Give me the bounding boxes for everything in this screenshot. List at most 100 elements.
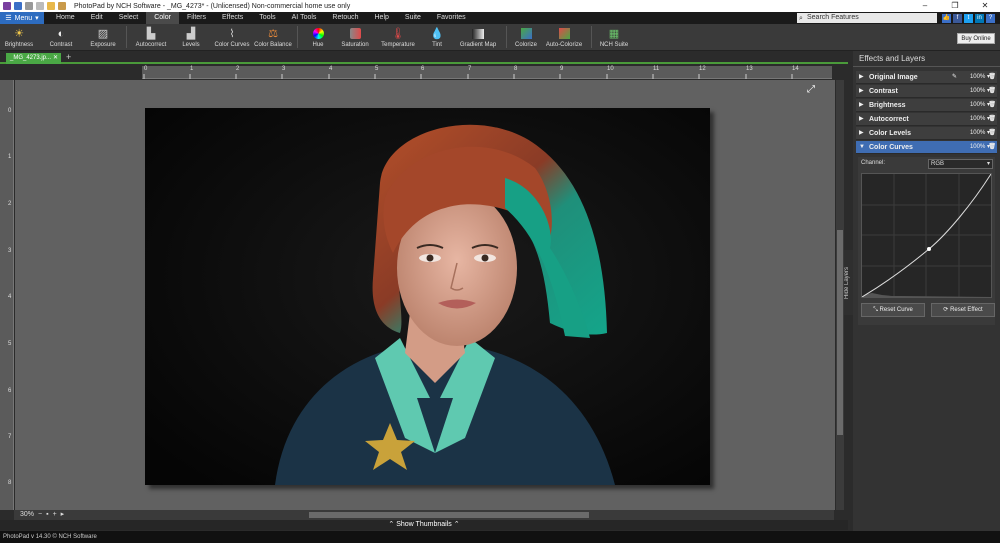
tab-favorites[interactable]: Favorites [429, 12, 474, 24]
autocorrect-tool[interactable]: ▙ Autocorrect [131, 24, 171, 51]
temperature-tool[interactable]: 🌡 Temperature [376, 24, 420, 51]
curve-control-point[interactable] [927, 247, 931, 251]
zoom-level[interactable]: 30% [20, 510, 34, 520]
linkedin-icon[interactable]: in [975, 14, 984, 23]
reset-effect-button[interactable]: ⟳ Reset Effect [931, 303, 995, 317]
close-tab-icon[interactable]: ✕ [53, 53, 58, 64]
delete-icon[interactable]: 🗑 [988, 71, 996, 84]
document-tabs: _MG_4273.jp... ✕ + [0, 51, 848, 64]
expand-arrow-icon[interactable]: ▶ [859, 127, 864, 140]
facebook-icon[interactable]: f [953, 14, 962, 23]
delete-icon[interactable]: 🗑 [988, 99, 996, 112]
nch-suite-tool[interactable]: ▦ NCH Suite [596, 24, 632, 51]
expand-arrow-icon[interactable]: ▶ [859, 85, 864, 98]
layer-autocorrect[interactable]: ▶ Autocorrect 100% ▾ 🗑 [856, 113, 997, 126]
color-curves-tool[interactable]: ⌇ Color Curves [211, 24, 253, 51]
paste-icon[interactable] [58, 2, 66, 10]
layer-color-levels[interactable]: ▶ Color Levels 100% ▾ 🗑 [856, 127, 997, 140]
show-thumbnails-bar[interactable]: ⌃ Show Thumbnails ⌃ [0, 520, 848, 530]
brightness-tool[interactable]: ☀ Brightness [0, 24, 38, 51]
zoom-in-icon[interactable]: + [53, 510, 57, 520]
expand-arrow-icon[interactable]: ▶ [859, 99, 864, 112]
tab-select[interactable]: Select [111, 12, 146, 24]
save-icon[interactable] [14, 2, 22, 10]
zoom-menu-icon[interactable]: ▸ [61, 510, 65, 520]
tab-ai-tools[interactable]: AI Tools [284, 12, 325, 24]
vertical-scrollbar[interactable] [836, 80, 844, 510]
delete-icon[interactable]: 🗑 [988, 85, 996, 98]
layer-color-curves[interactable]: ▼ Color Curves 100% ▾ 🗑 [856, 141, 997, 154]
tab-effects[interactable]: Effects [214, 12, 251, 24]
tab-help[interactable]: Help [367, 12, 397, 24]
buy-online-button[interactable]: Buy Online [957, 33, 995, 44]
zoom-slider-icon[interactable]: ▪ [46, 510, 48, 520]
reset-curve-button[interactable]: ⤡ Reset Curve [861, 303, 925, 317]
new-tab-button[interactable]: + [66, 52, 71, 62]
hue-tool[interactable]: Hue [302, 24, 334, 51]
search-features-input[interactable]: ⌕ Search Features [797, 13, 937, 23]
layer-brightness[interactable]: ▶ Brightness 100% ▾ 🗑 [856, 99, 997, 112]
layer-original-image[interactable]: ▶ Original Image ✎ 100% ▾ 🗑 [856, 71, 997, 84]
expand-arrow-icon[interactable]: ▶ [859, 113, 864, 126]
contrast-tool[interactable]: ◐ Contrast [38, 24, 84, 51]
like-icon[interactable]: 👍 [942, 14, 951, 23]
ruler-label: 7 [468, 66, 472, 72]
expand-arrow-icon[interactable]: ▶ [859, 71, 864, 84]
main-menu-button[interactable]: ☰ Menu ▾ [0, 12, 44, 24]
close-button[interactable]: ✕ [970, 0, 1000, 12]
tab-filters[interactable]: Filters [179, 12, 214, 24]
scroll-thumb[interactable] [837, 230, 843, 435]
layer-opacity[interactable]: 100% ▾ [970, 113, 990, 126]
image-canvas[interactable] [15, 80, 835, 510]
delete-icon[interactable]: 🗑 [988, 113, 996, 126]
hide-layers-toggle[interactable]: Hide Layers [844, 250, 853, 315]
twitter-icon[interactable]: t [964, 14, 973, 23]
tab-retouch[interactable]: Retouch [324, 12, 366, 24]
opacity-value: 100% [969, 130, 986, 136]
tint-tool[interactable]: 💧 Tint [420, 24, 454, 51]
tool-label: Levels [182, 42, 200, 48]
tab-suite[interactable]: Suite [397, 12, 429, 24]
pencil-icon[interactable]: ✎ [952, 71, 957, 84]
redo-icon[interactable] [36, 2, 44, 10]
curve-graph[interactable] [861, 173, 992, 298]
fit-to-screen-icon[interactable]: ⤢ [807, 84, 815, 95]
collapse-arrow-icon[interactable]: ▼ [859, 141, 865, 154]
saturation-tool[interactable]: Saturation [334, 24, 376, 51]
document-tab[interactable]: _MG_4273.jp... ✕ [6, 53, 61, 64]
layer-opacity[interactable]: 100% ▾ [970, 71, 990, 84]
maximize-button[interactable]: ❐ [940, 0, 970, 12]
tab-edit[interactable]: Edit [83, 12, 111, 24]
layer-contrast[interactable]: ▶ Contrast 100% ▾ 🗑 [856, 85, 997, 98]
layer-opacity[interactable]: 100% ▾ [970, 99, 990, 112]
tab-tools[interactable]: Tools [251, 12, 283, 24]
horizontal-scroll-thumb[interactable] [309, 512, 589, 518]
reset-curve-label: Reset Curve [879, 307, 913, 313]
tab-home[interactable]: Home [48, 12, 83, 24]
opacity-value: 100% [969, 144, 986, 150]
layer-opacity[interactable]: 100% ▾ [970, 141, 990, 154]
portrait-photo[interactable] [145, 108, 710, 485]
ruler-label: 5 [375, 66, 379, 72]
undo-icon[interactable] [25, 2, 33, 10]
exposure-tool[interactable]: ▨ Exposure [84, 24, 122, 51]
search-placeholder: Search Features [807, 14, 859, 21]
auto-colorize-tool[interactable]: Auto-Colorize [541, 24, 587, 51]
open-folder-icon[interactable] [47, 2, 55, 10]
delete-icon[interactable]: 🗑 [988, 141, 996, 154]
tab-color[interactable]: Color [146, 12, 179, 24]
ruler-label: 11 [653, 66, 660, 72]
gradient-map-tool[interactable]: Gradient Map [454, 24, 502, 51]
ruler-ticks [143, 74, 793, 79]
zoom-out-icon[interactable]: − [38, 510, 42, 520]
ruler-label: 8 [8, 480, 12, 486]
colorize-tool[interactable]: Colorize [511, 24, 541, 51]
layer-opacity[interactable]: 100% ▾ [970, 85, 990, 98]
delete-icon[interactable]: 🗑 [988, 127, 996, 140]
minimize-button[interactable]: – [910, 0, 940, 12]
levels-tool[interactable]: ▟ Levels [171, 24, 211, 51]
channel-select[interactable]: RGB ▾ [928, 159, 993, 169]
help-icon[interactable]: ? [986, 14, 995, 23]
color-balance-tool[interactable]: ⚖ Color Balance [253, 24, 293, 51]
layer-opacity[interactable]: 100% ▾ [970, 127, 990, 140]
